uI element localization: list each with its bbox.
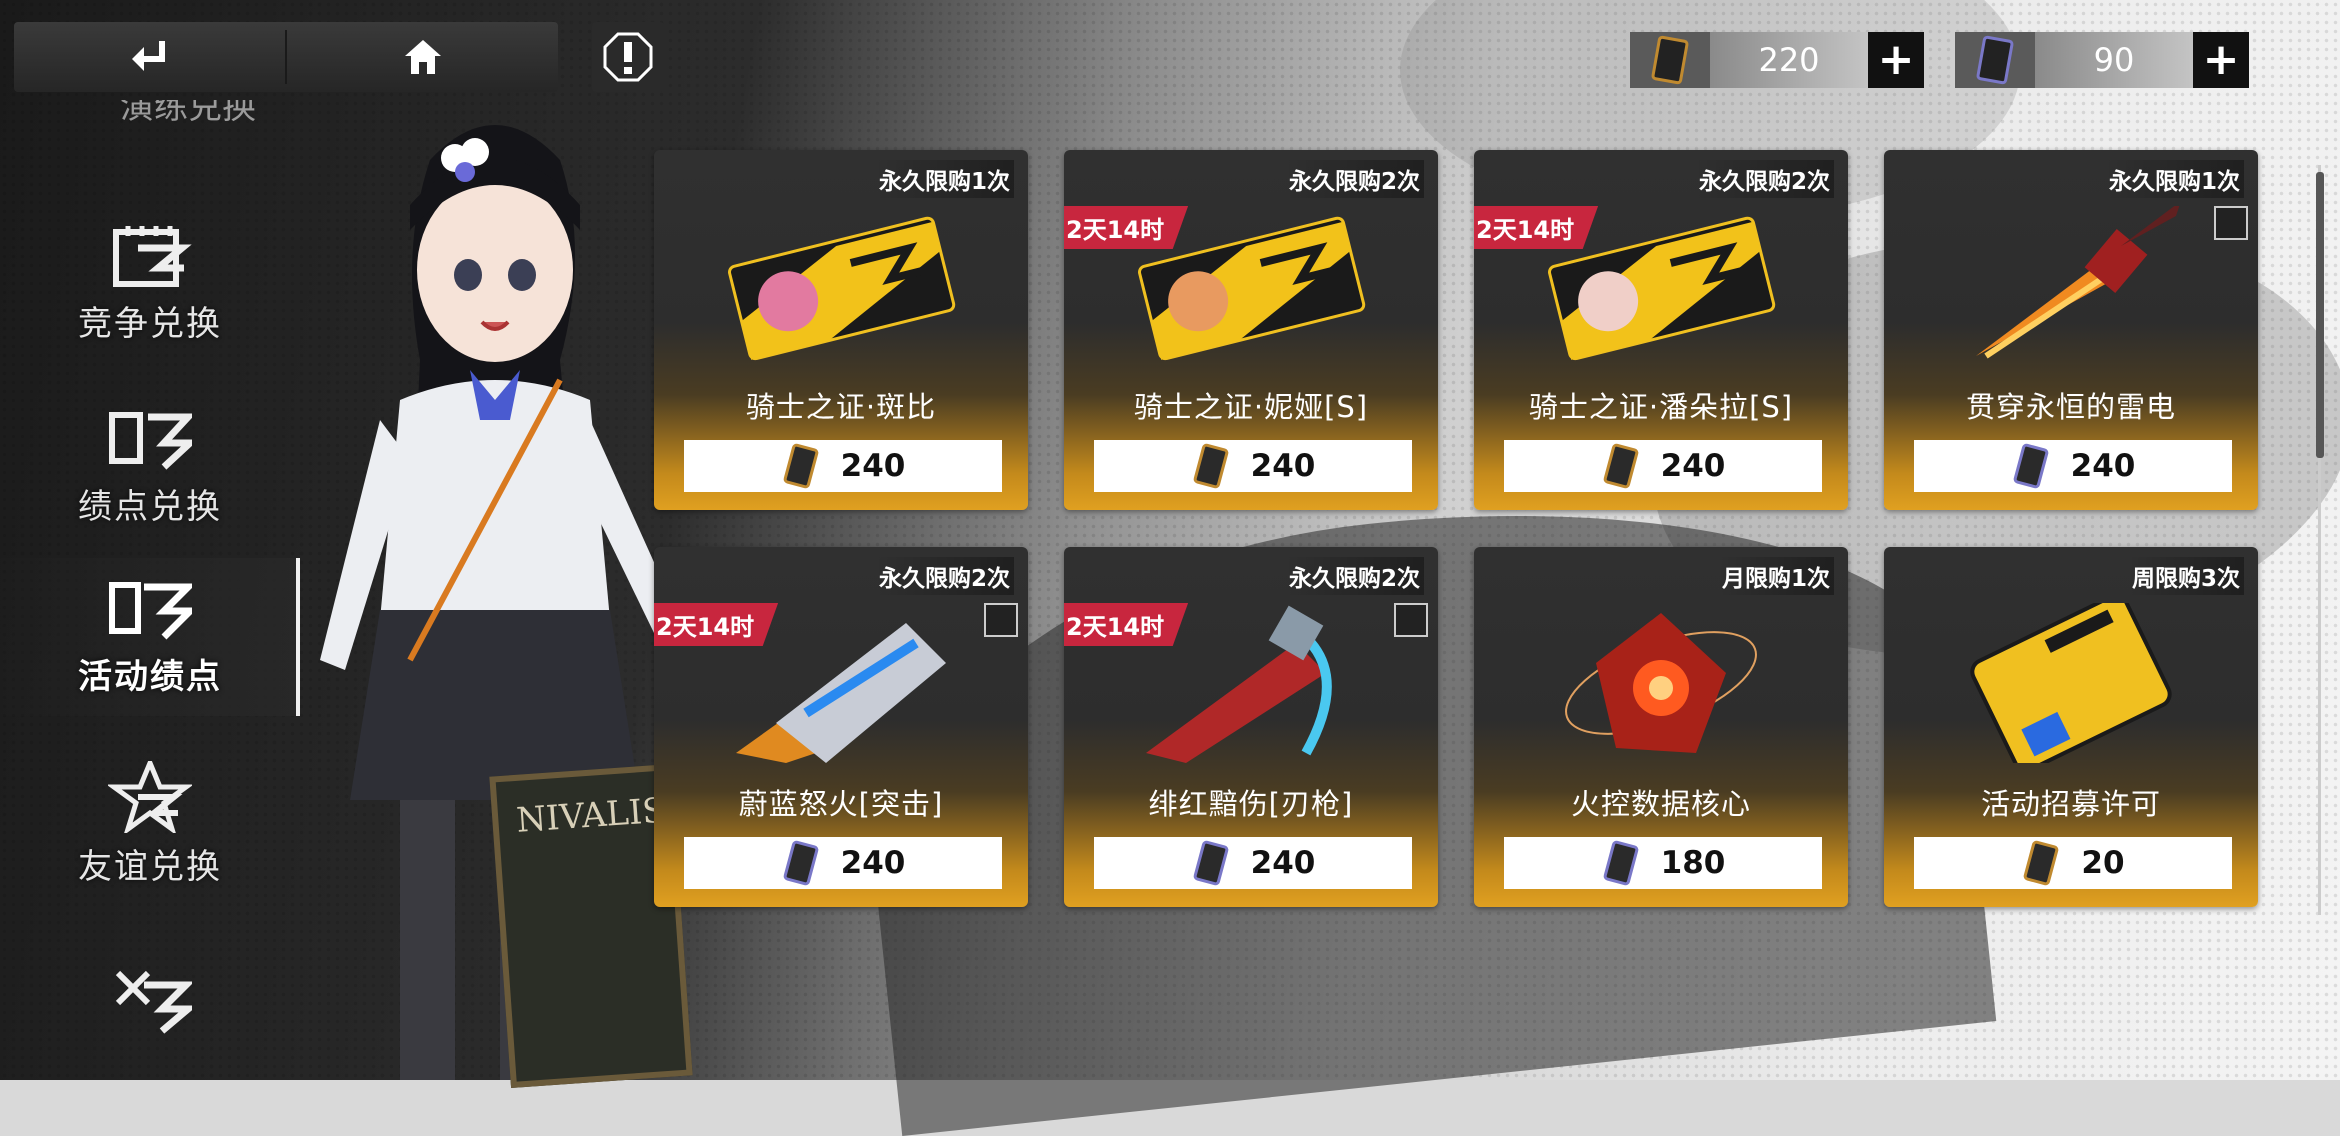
badge-purple-icon <box>783 840 818 886</box>
badge-gold-icon <box>1630 32 1710 88</box>
purchase-limit: 永久限购2次 <box>1284 557 1424 595</box>
knight-badge-card-image <box>728 216 956 361</box>
price-value: 20 <box>2081 845 2125 881</box>
shop-item-card[interactable]: 月限购1次 火控数据核心 180 <box>1474 547 1848 907</box>
gauntlet-weapon-image <box>736 623 946 763</box>
price-value: 240 <box>1250 845 1316 881</box>
price-value: 240 <box>1250 448 1316 484</box>
purchase-limit: 永久限购1次 <box>874 160 1014 198</box>
spear-weapon-image <box>1976 206 2180 359</box>
badge-purple-icon <box>1193 840 1228 886</box>
price-button[interactable]: 240 <box>1914 440 2232 492</box>
gunblade-weapon-image <box>1146 605 1332 763</box>
badge-gold-icon <box>1603 443 1638 489</box>
item-name: 骑士之证·潘朵拉[S] <box>1528 390 1794 424</box>
sidebar: 竞争兑换 绩点兑换 活动绩点 友谊兑换 <box>0 100 300 1080</box>
currency-value: 90 <box>2035 32 2193 88</box>
price-button[interactable]: 240 <box>1094 440 1412 492</box>
top-nav-bar <box>14 22 558 92</box>
sidebar-item-points[interactable]: 绩点兑换 <box>0 388 300 546</box>
friendship-icon <box>108 760 192 833</box>
purchase-limit: 永久限购1次 <box>2104 160 2244 198</box>
data-core-image <box>1565 613 1757 753</box>
price-button[interactable]: 240 <box>1504 440 1822 492</box>
currency-value: 220 <box>1710 32 1868 88</box>
purchase-limit: 永久限购2次 <box>1284 160 1424 198</box>
badge-purple-icon <box>2013 443 2048 489</box>
item-name: 贯穿永恒的雷电 <box>1965 390 2176 424</box>
assault-type-icon <box>984 603 1018 637</box>
back-button[interactable] <box>14 22 285 92</box>
item-name: 火控数据核心 <box>1570 787 1751 821</box>
item-name: 活动招募许可 <box>1980 787 2161 821</box>
return-arrow-icon <box>131 41 165 71</box>
sidebar-item-contest[interactable]: 竞争兑换 <box>0 205 300 363</box>
price-value: 240 <box>840 845 906 881</box>
price-button[interactable]: 180 <box>1504 837 1822 889</box>
purchase-limit: 永久限购2次 <box>874 557 1014 595</box>
knight-badge-card-image <box>1548 216 1776 361</box>
price-value: 240 <box>1660 448 1726 484</box>
badge-gold-icon <box>783 443 818 489</box>
shop-item-card[interactable]: 永久限购2次 2天14时 骑士之证·潘朵拉[S] 240 <box>1474 150 1848 510</box>
sidebar-item-label: 竞争兑换 <box>78 303 222 344</box>
price-button[interactable]: 240 <box>1094 837 1412 889</box>
item-name: 绯红黯伤[刃枪] <box>1148 787 1354 821</box>
sidebar-item-label: 活动绩点 <box>78 656 222 697</box>
currency-gold: 220 + <box>1630 32 1924 88</box>
badge-purple-icon <box>1603 840 1638 886</box>
sign-text: NIVALIS <box>515 790 667 841</box>
price-button[interactable]: 240 <box>684 440 1002 492</box>
scrollbar-thumb[interactable] <box>2316 172 2324 458</box>
recruit-permit-image <box>1970 603 2172 763</box>
purchase-limit: 月限购1次 <box>1717 557 1834 595</box>
contest-icon <box>113 225 192 287</box>
badge-purple-icon <box>1955 32 2035 88</box>
price-button[interactable]: 20 <box>1914 837 2232 889</box>
purchase-limit: 永久限购2次 <box>1694 160 1834 198</box>
item-name: 蔚蓝怒火[突击] <box>738 787 944 821</box>
shop-item-card[interactable]: 永久限购2次 2天14时 蔚蓝怒火[突击] 240 <box>654 547 1028 907</box>
sidebar-item-label: 绩点兑换 <box>78 486 222 527</box>
home-button[interactable] <box>287 22 558 92</box>
badge-gold-icon <box>1193 443 1228 489</box>
sidebar-item-friendship[interactable]: 友谊兑换 <box>0 745 300 903</box>
price-value: 180 <box>1660 845 1726 881</box>
shop-item-card[interactable]: 永久限购1次 贯穿永恒的雷电 240 <box>1884 150 2258 510</box>
sidebar-item-event-points[interactable]: 活动绩点 <box>0 558 300 716</box>
shop-item-card[interactable]: 永久限购2次 2天14时 绯红黯伤[刃枪] 240 <box>1064 547 1438 907</box>
notice-button[interactable] <box>592 22 664 92</box>
shop-item-card[interactable]: 永久限购2次 2天14时 骑士之证·妮娅[S] 240 <box>1064 150 1438 510</box>
blade-type-icon <box>1394 603 1428 637</box>
sidebar-item-other[interactable] <box>0 920 300 1078</box>
currency-purple: 90 + <box>1955 32 2249 88</box>
event-points-icon <box>109 581 192 639</box>
price-value: 240 <box>840 448 906 484</box>
blade-type-icon <box>2214 206 2248 240</box>
item-name: 骑士之证·斑比 <box>745 390 937 424</box>
sidebar-item-label: 友谊兑换 <box>78 846 222 887</box>
points-icon <box>109 411 192 470</box>
exclamation-icon <box>603 32 653 82</box>
purchase-limit: 周限购3次 <box>2127 557 2244 595</box>
shop-item-card[interactable]: 永久限购1次 骑士之证·斑比 240 <box>654 150 1028 510</box>
home-icon <box>404 40 441 74</box>
add-currency-button[interactable]: + <box>1868 32 1924 88</box>
price-button[interactable]: 240 <box>684 837 1002 889</box>
knight-badge-card-image <box>1138 216 1366 361</box>
add-currency-button[interactable]: + <box>2193 32 2249 88</box>
badge-gold-icon <box>2024 840 2059 886</box>
item-name: 骑士之证·妮娅[S] <box>1133 390 1369 424</box>
arrows-icon <box>115 970 192 1034</box>
price-value: 240 <box>2070 448 2136 484</box>
shop-item-card[interactable]: 周限购3次 活动招募许可 20 <box>1884 547 2258 907</box>
